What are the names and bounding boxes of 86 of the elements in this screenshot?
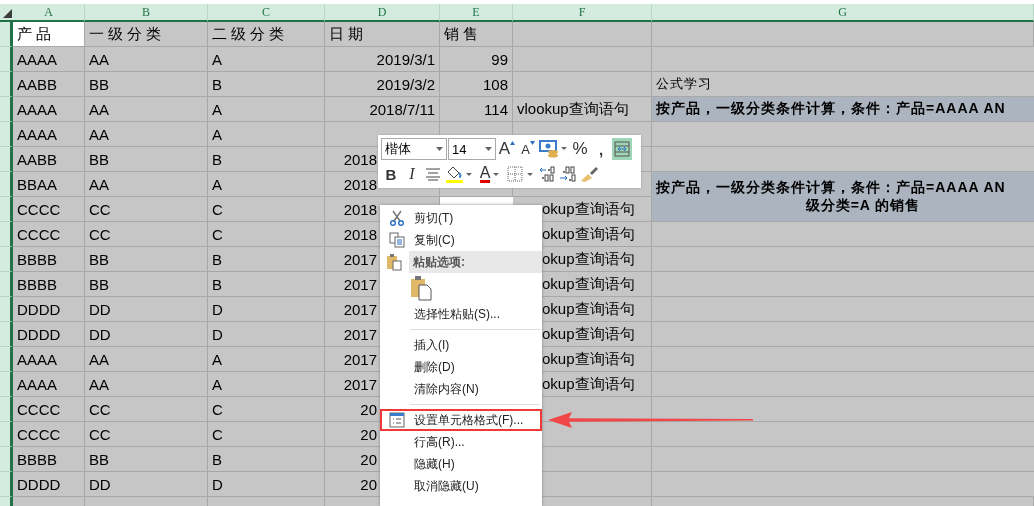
table-cell: AAAA bbox=[13, 372, 85, 397]
header-cell: 日期 bbox=[325, 22, 440, 47]
table-cell: DDDD bbox=[13, 322, 85, 347]
table-cell: DD bbox=[85, 472, 208, 497]
table-cell: D bbox=[208, 322, 325, 347]
table-cell: D bbox=[208, 297, 325, 322]
table-cell: A bbox=[208, 372, 325, 397]
table-cell: AA bbox=[85, 372, 208, 397]
table-cell: CC bbox=[85, 422, 208, 447]
table-cell: 按产品，一级分类条件计算，条件：产品=AAAA AN bbox=[652, 97, 1034, 122]
table-cell: 公式学习 bbox=[652, 72, 1034, 97]
table-cell: B bbox=[208, 272, 325, 297]
table-cell: 2018/7/11 bbox=[325, 97, 440, 122]
table-cell: A bbox=[208, 172, 325, 197]
table-cell: 99 bbox=[440, 47, 513, 72]
column-header[interactable]: A bbox=[13, 4, 85, 22]
shrink-font-button[interactable]: A bbox=[518, 138, 538, 160]
table-cell: AA bbox=[85, 122, 208, 147]
font-select[interactable]: 楷体 bbox=[381, 138, 447, 160]
table-cell: BBAA bbox=[13, 172, 85, 197]
header-cell: 二级分类 bbox=[208, 22, 325, 47]
column-header[interactable]: B bbox=[85, 4, 208, 22]
header-cell: 一级分类 bbox=[85, 22, 208, 47]
table-cell: BB bbox=[85, 447, 208, 472]
table-cell: B bbox=[208, 72, 325, 97]
table-cell: CCCC bbox=[13, 222, 85, 247]
table-cell: B bbox=[208, 447, 325, 472]
table-cell: B bbox=[208, 247, 325, 272]
menu-heading: 粘贴选项: bbox=[409, 251, 542, 273]
table-cell: DD bbox=[85, 322, 208, 347]
table-cell: AABB bbox=[13, 147, 85, 172]
column-header[interactable]: C bbox=[208, 4, 325, 22]
table-cell: BB bbox=[85, 247, 208, 272]
table-cell: CC bbox=[85, 197, 208, 222]
table-cell: 114 bbox=[440, 97, 513, 122]
table-cell: BB bbox=[85, 272, 208, 297]
table-cell: A bbox=[208, 47, 325, 72]
table-cell: BB bbox=[85, 72, 208, 97]
column-header[interactable]: F bbox=[513, 4, 652, 22]
cell-text-line: 按产品，一级分类条件计算，条件：产品=AAAA AN bbox=[656, 178, 1006, 197]
column-header[interactable]: E bbox=[440, 4, 513, 22]
column-header[interactable]: G bbox=[652, 4, 1034, 22]
table-cell: BBBB bbox=[13, 447, 85, 472]
table-cell: D bbox=[208, 472, 325, 497]
table-cell: CCCC bbox=[13, 197, 85, 222]
table-cell: AA bbox=[85, 47, 208, 72]
table-cell: 2019/3/2 bbox=[325, 72, 440, 97]
table-cell: CC bbox=[85, 397, 208, 422]
table-cell: BBBB bbox=[13, 247, 85, 272]
table-cell: CC bbox=[85, 222, 208, 247]
table-cell: AABB bbox=[13, 72, 85, 97]
table-cell: 2019/3/1 bbox=[325, 47, 440, 72]
table-cell: A bbox=[208, 347, 325, 372]
header-cell: 销售 bbox=[440, 22, 513, 47]
percent-button[interactable]: % bbox=[570, 138, 590, 160]
table-cell: C bbox=[208, 397, 325, 422]
font-size-select[interactable]: 14 bbox=[448, 138, 496, 160]
menu-item[interactable]: 设置单元格格式(F)... bbox=[380, 409, 542, 431]
table-cell: BBBB bbox=[13, 272, 85, 297]
table-cell: C bbox=[208, 222, 325, 247]
grow-font-button[interactable]: A bbox=[497, 138, 517, 160]
table-cell: AA bbox=[85, 347, 208, 372]
cell-text-line: 级分类=A 的销售 bbox=[804, 196, 921, 215]
table-cell: vlookup查询语句 bbox=[513, 97, 652, 122]
table-cell: DDDD bbox=[13, 472, 85, 497]
table-cell: B bbox=[208, 147, 325, 172]
table-cell: BB bbox=[85, 147, 208, 172]
table-cell: AAAA bbox=[13, 47, 85, 72]
table-cell: DDDD bbox=[13, 297, 85, 322]
font-color-button[interactable]: A bbox=[475, 163, 505, 185]
table-cell: AAAA bbox=[13, 97, 85, 122]
header-cell: 产品 bbox=[13, 22, 85, 47]
table-cell: AA bbox=[85, 97, 208, 122]
table-cell: C bbox=[208, 422, 325, 447]
table-cell: DD bbox=[85, 297, 208, 322]
table-cell: 108 bbox=[440, 72, 513, 97]
table-cell: AAAA bbox=[13, 122, 85, 147]
table-cell: CCCC bbox=[13, 422, 85, 447]
comma-style-button[interactable]: , bbox=[591, 138, 611, 160]
table-cell: A bbox=[208, 122, 325, 147]
table-cell: AAAA bbox=[13, 347, 85, 372]
column-header[interactable]: D bbox=[325, 4, 440, 22]
table-cell: C bbox=[208, 197, 325, 222]
table-cell: AA bbox=[85, 172, 208, 197]
table-cell: A bbox=[208, 97, 325, 122]
table-cell: CCCC bbox=[13, 397, 85, 422]
